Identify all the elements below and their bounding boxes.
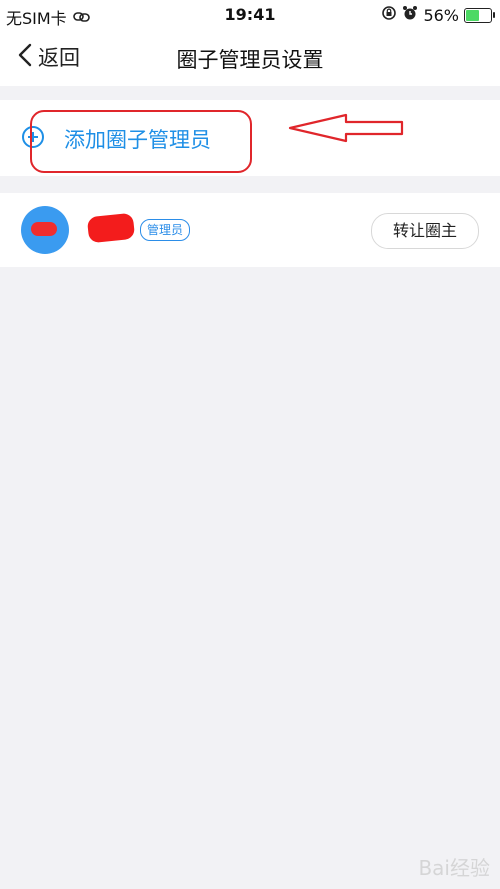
avatar-redaction bbox=[31, 222, 57, 236]
battery-icon bbox=[464, 7, 495, 23]
baidu-watermark: Bai经验 bbox=[418, 856, 490, 880]
admin-role-badge: 管理员 bbox=[140, 219, 191, 241]
annotation-highlight-box bbox=[30, 110, 252, 173]
battery-fill bbox=[466, 9, 479, 21]
nav-bar: 返回 圈子管理员设置 bbox=[0, 30, 500, 86]
name-redaction bbox=[86, 212, 136, 244]
battery-percent: 56% bbox=[423, 5, 459, 25]
status-bar: 无SIM卡 19:41 56% bbox=[0, 0, 500, 30]
annotation-arrow-icon bbox=[288, 113, 404, 143]
status-right: 56% bbox=[381, 5, 495, 25]
alarm-icon bbox=[402, 5, 418, 25]
admin-list-item: 管理员 转让圈主 bbox=[0, 193, 500, 267]
orientation-lock-icon bbox=[381, 5, 397, 25]
transfer-owner-button[interactable]: 转让圈主 bbox=[371, 213, 479, 249]
avatar[interactable] bbox=[21, 206, 69, 254]
page-title: 圈子管理员设置 bbox=[176, 48, 324, 72]
